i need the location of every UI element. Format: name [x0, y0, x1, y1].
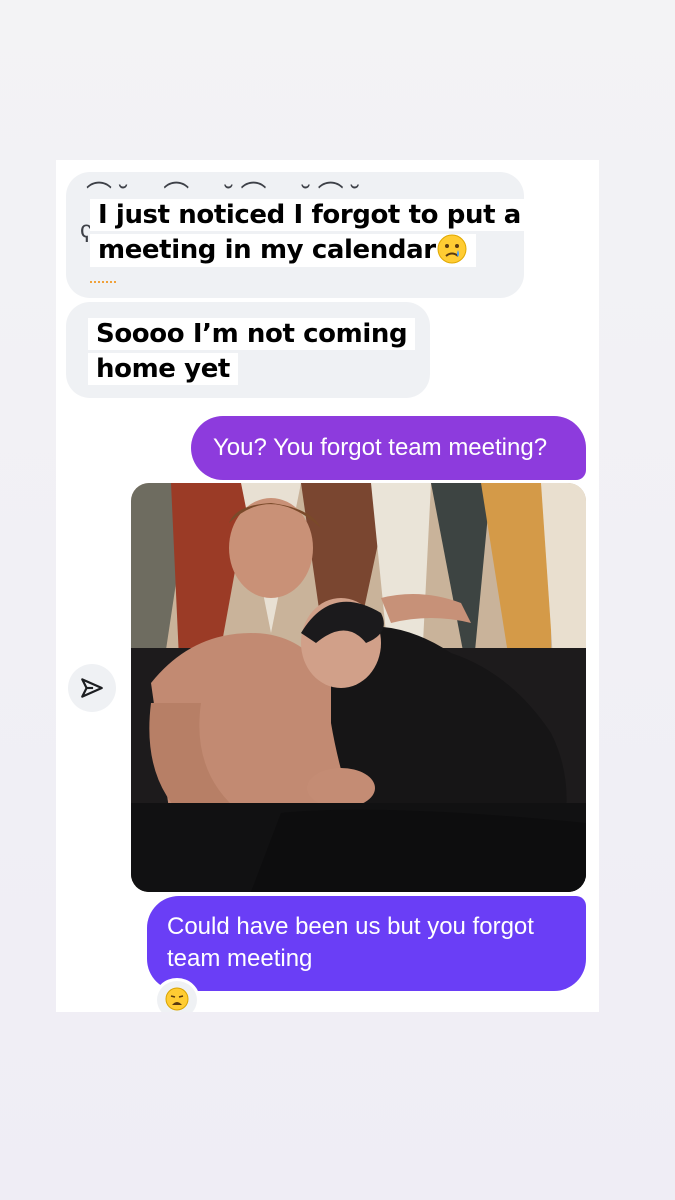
highlight-mark	[90, 276, 116, 283]
sticker-text: meeting in my calendar	[98, 235, 436, 265]
photo-image	[131, 483, 586, 892]
chat-thread: ⌒ ˘ ‿ ⌒ ‿ ˘ ⌒ ‿ ˘ ⌒ ˘ ʕ I just noticed I…	[56, 160, 599, 1012]
text-sticker: Soooo I’m not coming	[88, 318, 416, 350]
share-button[interactable]	[68, 664, 116, 712]
text-sticker: I just noticed I forgot to put a	[90, 199, 529, 231]
weary-face-icon	[165, 987, 189, 1011]
text-sticker: meeting in my calendar	[90, 234, 476, 267]
outgoing-message-bubble[interactable]: You? You forgot team meeting?	[191, 416, 586, 480]
obscured-text: ⌒ ˘ ‿ ⌒ ‿ ˘ ⌒ ‿ ˘ ⌒ ˘	[86, 180, 360, 196]
shared-photo[interactable]	[131, 483, 586, 892]
outgoing-message-bubble[interactable]: Could have been us but you forgot team m…	[147, 896, 586, 991]
crying-face-icon	[437, 234, 467, 263]
message-text: Could have been us but you forgot team m…	[167, 913, 534, 972]
sticker-text: Soooo I’m not coming	[96, 319, 408, 349]
sticker-text: home yet	[96, 354, 230, 384]
message-text: You? You forgot team meeting?	[213, 434, 548, 461]
text-sticker: home yet	[88, 353, 238, 385]
sticker-text: I just noticed I forgot to put a	[98, 200, 521, 230]
send-icon	[81, 678, 103, 698]
